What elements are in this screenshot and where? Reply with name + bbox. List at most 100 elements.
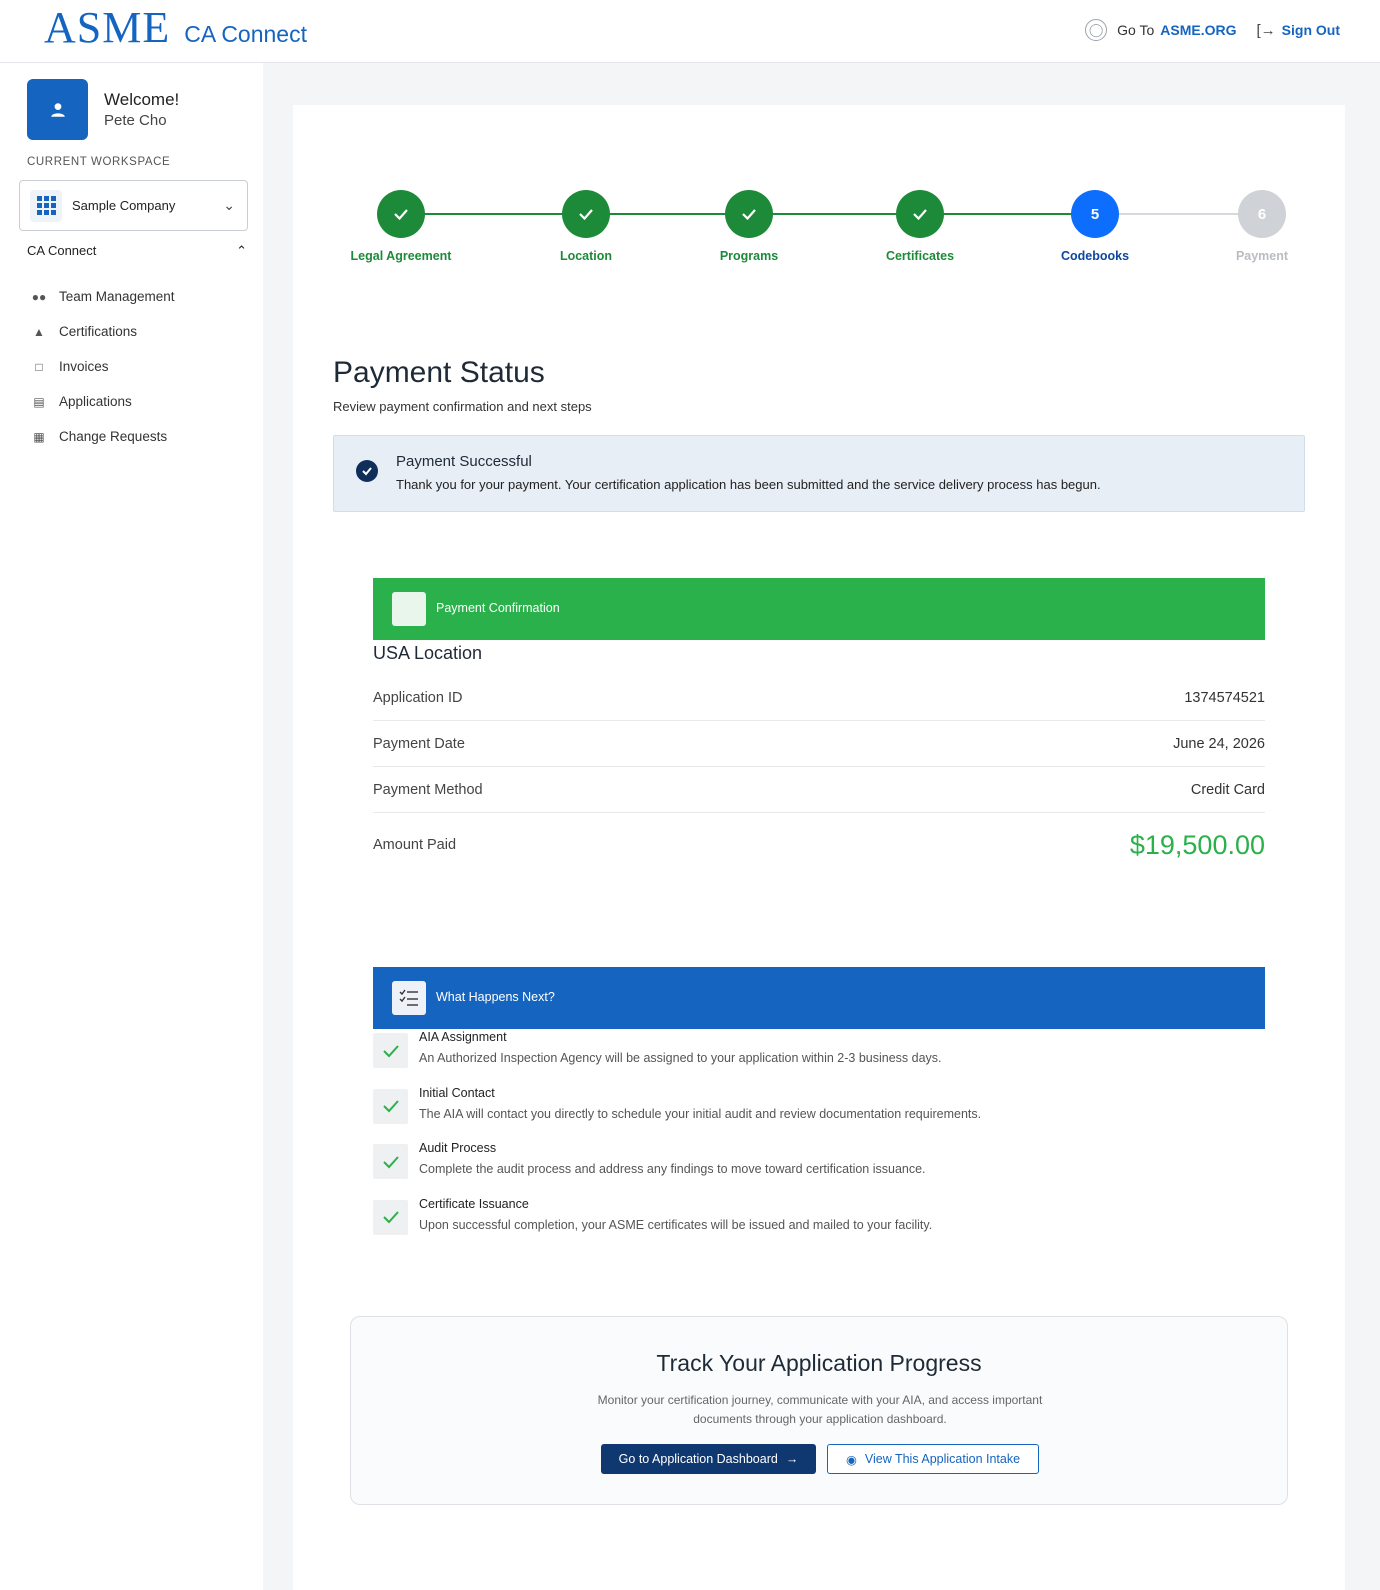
checkmark-icon (562, 190, 610, 238)
step-payment[interactable]: 6 Payment (1202, 190, 1322, 263)
checkmark-icon (373, 1199, 408, 1235)
asme-logo[interactable]: ASME CA Connect (44, 6, 307, 50)
grid-icon (30, 189, 62, 222)
button-label: View This Application Intake (864, 1452, 1021, 1466)
checklist-icon (392, 981, 426, 1015)
chevron-up-icon: ⌃ (236, 243, 247, 258)
step-codebooks[interactable]: 5 Codebooks (1035, 190, 1155, 263)
payment-confirmation-header: Payment Confirmation (373, 578, 1265, 640)
checkmark-icon (896, 190, 944, 238)
track-progress-card: Track Your Application Progress Monitor … (350, 1316, 1288, 1505)
sidebar-item-label: Team Management (59, 289, 175, 304)
checkmark-icon (725, 190, 773, 238)
workspace-label: CURRENT WORKSPACE (27, 156, 171, 168)
step-label: Programs (719, 249, 779, 263)
receipt-icon (392, 592, 426, 626)
goto-text: Go To (1117, 22, 1155, 38)
sidebar: Welcome! Pete Cho CURRENT WORKSPACE Samp… (5, 63, 263, 1590)
sidebar-item-label: Invoices (59, 359, 109, 374)
step-label: Certificates (885, 249, 955, 263)
next-steps-header: What Happens Next? (373, 967, 1265, 1029)
sign-out-link[interactable]: Sign Out (1282, 22, 1340, 38)
view-application-intake-button[interactable]: ◉ View This Application Intake (827, 1444, 1039, 1474)
payment-date-value: June 24, 2026 (1173, 735, 1265, 752)
user-icon (50, 102, 65, 117)
progress-stepper: Legal Agreement Location Programs Certif… (293, 190, 1345, 270)
step-description: Upon successful completion, your ASME ce… (419, 1217, 933, 1232)
step-label: Codebooks (1060, 249, 1130, 263)
chevron-down-icon: ⌄ (223, 197, 235, 213)
next-steps-title: What Happens Next? (436, 990, 555, 1004)
step-title: AIA Assignment (419, 1030, 507, 1044)
avatar[interactable] (27, 79, 88, 140)
list-item: Initial Contact The AIA will contact you… (373, 1086, 1265, 1142)
edit-document-icon: ▦ (33, 429, 45, 444)
top-header: ASME CA Connect ◯ Go To ASME.ORG [→ Sign… (0, 0, 1380, 63)
sign-out-icon[interactable]: [→ (1257, 22, 1276, 39)
step-title: Initial Contact (419, 1085, 495, 1100)
button-label: Go to Application Dashboard (618, 1452, 778, 1466)
checkmark-icon (377, 190, 425, 238)
list-item: Certificate Issuance Upon successful com… (373, 1197, 1265, 1253)
step-programs[interactable]: Programs (689, 190, 809, 263)
sidebar-item-certifications[interactable]: ▲ Certifications (27, 314, 175, 349)
user-name: Pete Cho (104, 112, 167, 129)
asme-org-link[interactable]: ASME.ORG (1160, 22, 1236, 38)
workspace-select[interactable]: Sample Company ⌄ (19, 180, 248, 231)
sidebar-item-applications[interactable]: ▤ Applications (27, 384, 175, 419)
track-title: Track Your Application Progress (656, 1350, 982, 1376)
detail-label: Payment Method (373, 781, 483, 798)
track-description: Monitor your certification journey, comm… (597, 1393, 1043, 1426)
globe-icon: ◯ (1085, 19, 1108, 41)
confirmation-title: Payment Confirmation (436, 601, 560, 615)
graduation-cap-icon: ▲ (33, 324, 45, 339)
eye-icon: ◉ (845, 1452, 857, 1467)
sidebar-item-team-management[interactable]: ●● Team Management (27, 279, 175, 314)
amount-value: $19,500.00 (1129, 829, 1265, 860)
application-id-value: 1374574521 (1184, 689, 1265, 706)
step-description: An Authorized Inspection Agency will be … (419, 1051, 942, 1065)
sidebar-item-label: Certifications (59, 324, 138, 339)
welcome-title: Welcome! (104, 90, 180, 109)
step-label: Payment (1235, 249, 1289, 263)
step-label: Location (559, 249, 613, 263)
payment-details: Application ID 1374574521 Payment Date J… (373, 675, 1265, 877)
location-title: USA Location (373, 643, 483, 663)
arrow-right-icon: → (785, 1452, 799, 1466)
payment-success-alert: Payment Successful Thank you for your pa… (333, 435, 1305, 512)
list-item: AIA Assignment An Authorized Inspection … (373, 1030, 1265, 1086)
step-legal-agreement[interactable]: Legal Agreement (341, 190, 461, 263)
clipboard-icon: ▤ (33, 394, 45, 409)
check-circle-icon (356, 460, 378, 482)
app-name: CA Connect (184, 21, 307, 47)
sidebar-item-label: Applications (59, 394, 132, 409)
payment-method-value: Credit Card (1190, 781, 1265, 798)
invoice-icon: □ (35, 359, 43, 374)
ca-connect-section-toggle[interactable]: CA Connect ⌃ (27, 243, 247, 259)
step-title: Certificate Issuance (419, 1196, 529, 1211)
amount-row: Amount Paid $19,500.00 (373, 813, 1265, 877)
step-label: Legal Agreement (350, 249, 452, 263)
sidebar-nav: ●● Team Management ▲ Certifications □ In… (27, 279, 175, 454)
workspace-name: Sample Company (72, 198, 176, 213)
go-to-dashboard-button[interactable]: Go to Application Dashboard → (601, 1444, 816, 1474)
step-description: The AIA will contact you directly to sch… (419, 1106, 982, 1121)
detail-row: Application ID 1374574521 (373, 675, 1265, 721)
alert-title: Payment Successful (396, 453, 532, 470)
step-description: Complete the audit process and address a… (419, 1162, 926, 1176)
user-welcome: Welcome! Pete Cho (27, 79, 179, 140)
header-actions: ◯ Go To ASME.ORG [→ Sign Out (1085, 19, 1340, 41)
sidebar-item-label: Change Requests (59, 429, 168, 444)
amount-label: Amount Paid (373, 837, 457, 853)
alert-message: Thank you for your payment. Your certifi… (396, 477, 1101, 492)
checkmark-icon (373, 1144, 408, 1179)
sidebar-item-change-requests[interactable]: ▦ Change Requests (27, 419, 175, 454)
next-steps-list: AIA Assignment An Authorized Inspection … (373, 1030, 1265, 1252)
step-title: Audit Process (419, 1141, 497, 1155)
sidebar-item-invoices[interactable]: □ Invoices (27, 349, 175, 384)
checkmark-icon (373, 1088, 408, 1124)
step-certificates[interactable]: Certificates (860, 190, 980, 263)
detail-row: Payment Date June 24, 2026 (373, 721, 1265, 767)
team-icon: ●● (31, 289, 47, 304)
step-location[interactable]: Location (526, 190, 646, 263)
